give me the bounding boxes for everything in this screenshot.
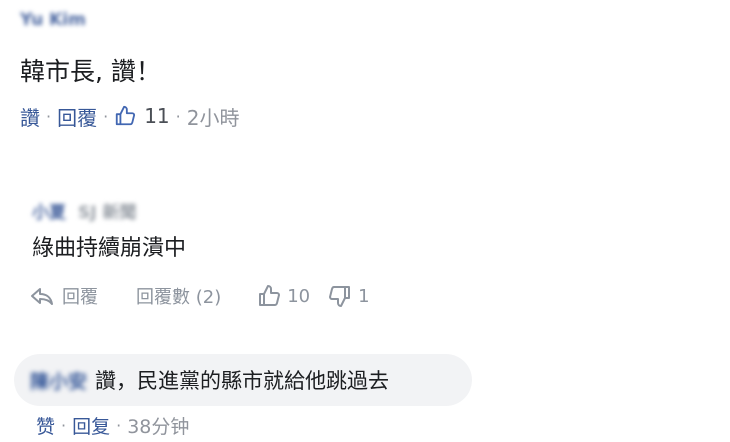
comment3-reply-link[interactable]: 回复 [72, 412, 110, 439]
comment2-reply-count-label: 回覆數 (2) [136, 287, 222, 308]
thumbs-up-icon[interactable] [114, 105, 136, 127]
separator-dot: · [103, 106, 109, 126]
comment1-like-link[interactable]: 讚 [20, 102, 40, 131]
comment2-dislike-count: 1 [358, 285, 370, 307]
comment3-text: 讚，民進黨的縣市就給他跳過去 [95, 369, 390, 393]
comment3-bubble: 陳小安 讚，民進黨的縣市就給他跳過去 [14, 354, 472, 406]
comment2-like-count: 10 [287, 285, 311, 307]
comment2-author[interactable]: 小夏 SJ 新聞 [32, 198, 137, 223]
separator-dot: · [116, 415, 122, 435]
comment1-reply-link[interactable]: 回覆 [57, 102, 97, 131]
comment3-timestamp[interactable]: 38分钟 [127, 412, 189, 439]
comment3-actions: 赞 · 回复 · 38分钟 [36, 410, 189, 440]
comment2-author-name[interactable]: 小夏 [32, 198, 66, 223]
separator-dot: · [46, 106, 52, 126]
comment2-reply-count-button[interactable]: 回覆數 (2) [136, 283, 221, 309]
comment3-author[interactable]: 陳小安 [30, 367, 87, 394]
comment2-actions: 回覆 回覆數 (2) 10 1 [30, 280, 370, 312]
comment2-text: 綠曲持續崩潰中 [32, 236, 187, 261]
separator-dot: · [175, 106, 181, 126]
comment1-actions: 讚 · 回覆 · 11 · 2小時 [20, 100, 239, 132]
comment3-like-link[interactable]: 赞 [36, 412, 55, 439]
comment1-text: 韓市長, 讚！ [20, 57, 161, 86]
comment2-like-button[interactable]: 10 [257, 284, 310, 308]
thumbs-down-outline-icon [328, 284, 352, 308]
comment2-reply-label: 回覆 [62, 287, 98, 308]
thumbs-up-outline-icon [257, 284, 281, 308]
comment1-like-count: 11 [144, 104, 170, 128]
separator-dot: · [61, 415, 67, 435]
comment1-timestamp[interactable]: 2小時 [187, 102, 240, 131]
comment2-dislike-button[interactable]: 1 [328, 284, 370, 308]
reply-arrow-icon [30, 286, 54, 306]
comment1-author[interactable]: Yu Kim [20, 10, 86, 30]
comment2-reply-button[interactable]: 回覆 [30, 283, 98, 309]
comment2-author-sub: SJ 新聞 [78, 203, 137, 223]
